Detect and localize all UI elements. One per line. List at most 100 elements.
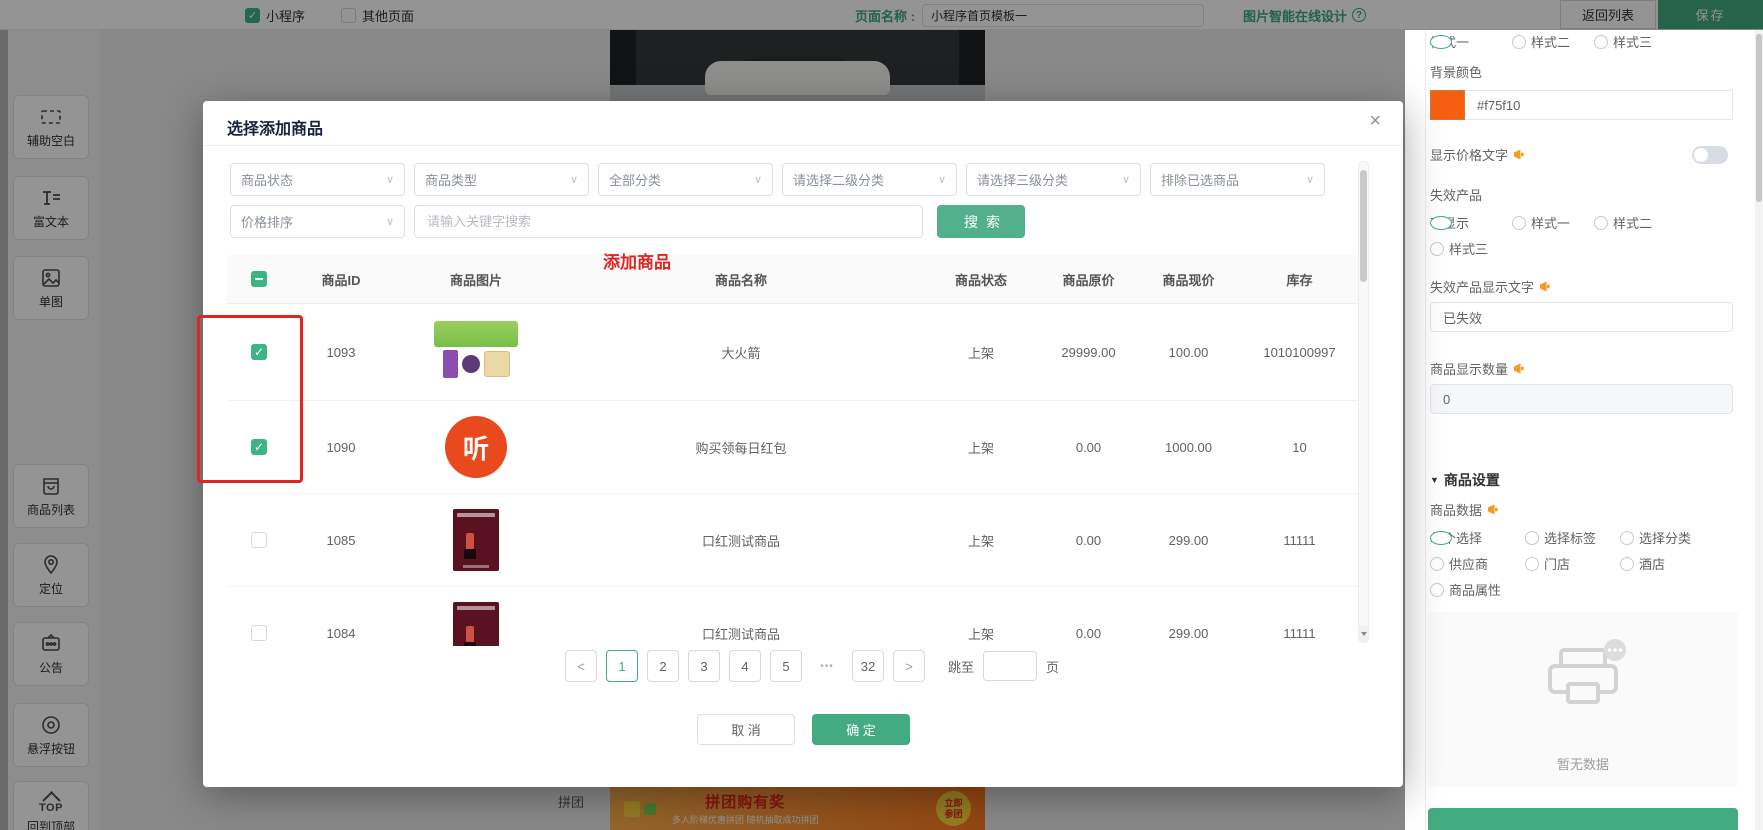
invalid-option-style-3[interactable]: 样式三: [1430, 239, 1488, 258]
page-button-5[interactable]: 5: [770, 650, 802, 682]
data-option-select-category[interactable]: 选择分类: [1620, 528, 1691, 547]
sub-category-select[interactable]: 请选择二级分类∨: [782, 163, 957, 196]
printer-icon: [1537, 638, 1629, 716]
product-status: 上架: [921, 343, 1041, 362]
search-button[interactable]: 搜索: [937, 205, 1025, 238]
style-option-2[interactable]: 样式二: [1512, 32, 1570, 51]
chevron-down-icon: ∨: [938, 173, 946, 186]
panel-primary-button[interactable]: [1428, 808, 1738, 830]
third-category-select[interactable]: 请选择三级分类∨: [966, 163, 1141, 196]
invalid-text-input[interactable]: 已失效: [1430, 302, 1733, 332]
page-button-4[interactable]: 4: [729, 650, 761, 682]
product-stock: 10: [1241, 440, 1358, 455]
empty-state: 暂无数据: [1428, 612, 1738, 787]
page-button-1[interactable]: 1: [606, 650, 638, 682]
product-id: 1085: [291, 533, 391, 548]
panel-scrollbar[interactable]: [1755, 30, 1763, 830]
chevron-down-icon: ∨: [754, 173, 762, 186]
product-id: 1084: [291, 626, 391, 641]
table-scrollbar[interactable]: [1358, 161, 1369, 643]
product-image: [453, 509, 499, 571]
table-header-row: 商品ID 商品图片 商品名称 商品状态 商品原价 商品现价 库存: [227, 255, 1358, 304]
product-stock: 11111: [1241, 533, 1358, 548]
row-checkbox[interactable]: ✓: [251, 439, 267, 455]
scrollbar-down-arrow[interactable]: [1359, 626, 1368, 642]
data-option-single-select[interactable]: 单个选择: [1430, 528, 1482, 547]
caret-down-icon: ▼: [1430, 475, 1439, 485]
bg-color-label: 背景颜色: [1430, 62, 1482, 81]
keyword-search-input[interactable]: [414, 205, 923, 238]
product-id: 1090: [291, 440, 391, 455]
page-button-3[interactable]: 3: [688, 650, 720, 682]
invalid-option-hide[interactable]: 不显示: [1430, 213, 1469, 232]
table-row[interactable]: 1085 口红测试商品 上架 0.00 299.00 11111: [227, 494, 1358, 587]
table-scrollbar-thumb[interactable]: [1360, 170, 1367, 282]
invalid-text-label: 失效产品显示文字: [1430, 277, 1552, 296]
page-ellipsis[interactable]: •••: [811, 650, 843, 682]
data-option-hotel[interactable]: 酒店: [1620, 554, 1665, 573]
jump-page-input[interactable]: [983, 651, 1037, 681]
chevron-down-icon: ∨: [386, 215, 394, 228]
data-option-store[interactable]: 门店: [1525, 554, 1570, 573]
product-type-select[interactable]: 商品类型∨: [414, 163, 589, 196]
confirm-button[interactable]: 确 定: [812, 714, 910, 745]
invalid-option-style-1[interactable]: 样式一: [1512, 213, 1570, 232]
select-product-modal: 选择添加商品 × 商品状态∨ 商品类型∨ 全部分类∨ 请选择二级分类∨ 请选择三…: [203, 101, 1403, 787]
bg-color-value[interactable]: #f75f10: [1465, 90, 1733, 120]
column-header: 商品原价: [1041, 270, 1136, 289]
product-image: [434, 321, 518, 383]
product-status: 上架: [921, 531, 1041, 550]
check-icon: ✓: [254, 440, 264, 454]
panel-divider: [1425, 30, 1426, 830]
product-status: 上架: [921, 438, 1041, 457]
hint-icon: [1487, 503, 1500, 516]
data-option-select-tag[interactable]: 选择标签: [1525, 528, 1596, 547]
pagination: < 1 2 3 4 5 ••• 32 > 跳至 页: [565, 650, 1059, 682]
style-option-1[interactable]: 样式一: [1430, 32, 1469, 51]
cancel-button[interactable]: 取 消: [697, 714, 795, 745]
settings-panel: 样式一 样式二 样式三 背景颜色 #f75f10 显示价格文字 失效产品 不显示…: [1405, 30, 1763, 830]
chevron-down-icon: ∨: [386, 173, 394, 186]
product-settings-section[interactable]: ▼ 商品设置: [1430, 470, 1500, 490]
display-count-input[interactable]: 0: [1430, 384, 1733, 414]
product-table: 商品ID 商品图片 商品名称 商品状态 商品原价 商品现价 库存 ✓ 1093 …: [227, 255, 1358, 646]
product-name: 大火箭: [561, 343, 921, 362]
table-row[interactable]: 1084 口红测试商品 上架 0.00 299.00 11111: [227, 587, 1358, 646]
table-row[interactable]: ✓ 1090 听 购买领每日红包 上架 0.00 1000.00 10: [227, 401, 1358, 494]
data-option-supplier[interactable]: 供应商: [1430, 554, 1488, 573]
exclude-selected-select[interactable]: 排除已选商品∨: [1150, 163, 1325, 196]
toggle-knob: [1694, 148, 1708, 162]
data-option-product-attribute[interactable]: 商品属性: [1430, 580, 1501, 599]
hint-icon: [1513, 362, 1526, 375]
annotation-text: 添加商品: [603, 248, 671, 273]
prev-page-button[interactable]: <: [565, 650, 597, 682]
column-header: 商品现价: [1136, 270, 1241, 289]
row-checkbox[interactable]: ✓: [251, 344, 267, 360]
modal-header-divider: [203, 145, 1403, 146]
page-button-2[interactable]: 2: [647, 650, 679, 682]
row-checkbox[interactable]: [251, 532, 267, 548]
table-row[interactable]: ✓ 1093 大火箭 上架 29999.00 100.00 1010100997: [227, 304, 1358, 401]
jump-suffix-label: 页: [1046, 657, 1059, 676]
next-page-button[interactable]: >: [893, 650, 925, 682]
product-name: 口红测试商品: [561, 531, 921, 550]
select-all-checkbox[interactable]: [251, 271, 267, 287]
product-image: 听: [445, 416, 507, 478]
category-select[interactable]: 全部分类∨: [598, 163, 773, 196]
row-checkbox[interactable]: [251, 625, 267, 641]
style-option-3[interactable]: 样式三: [1594, 32, 1652, 51]
page-button-32[interactable]: 32: [852, 650, 884, 682]
panel-scrollbar-thumb[interactable]: [1756, 34, 1762, 202]
product-current-price: 1000.00: [1136, 440, 1241, 455]
chevron-down-icon: ∨: [1306, 173, 1314, 186]
price-sort-select[interactable]: 价格排序∨: [230, 205, 405, 238]
show-price-toggle[interactable]: [1692, 146, 1728, 164]
close-icon[interactable]: ×: [1369, 111, 1381, 131]
product-image: [453, 602, 499, 646]
hint-icon: [1539, 280, 1552, 293]
invalid-option-style-2[interactable]: 样式二: [1594, 213, 1652, 232]
chevron-down-icon: ∨: [570, 173, 578, 186]
column-header: 商品图片: [391, 270, 561, 289]
product-status-select[interactable]: 商品状态∨: [230, 163, 405, 196]
bg-color-swatch[interactable]: [1430, 90, 1465, 120]
